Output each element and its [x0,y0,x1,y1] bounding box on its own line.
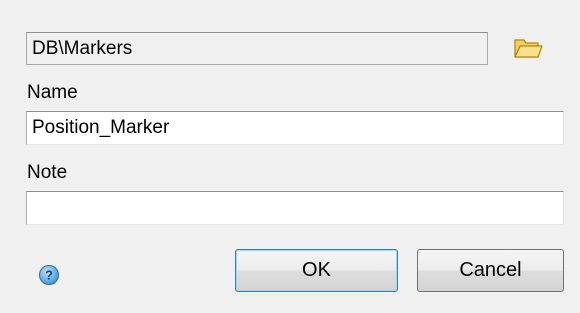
folder-open-icon [514,39,543,58]
svg-text:?: ? [45,268,53,283]
note-input[interactable] [26,191,564,225]
ok-button[interactable]: OK [235,249,398,292]
note-label: Note [27,162,68,183]
help-icon: ? [39,265,59,285]
name-label: Name [27,82,78,103]
path-field: DB\Markers [26,32,488,65]
name-input[interactable]: Position_Marker [26,111,564,145]
help-button[interactable]: ? [38,264,60,286]
cancel-button[interactable]: Cancel [417,249,564,292]
browse-folder-button[interactable] [512,34,544,62]
marker-properties-dialog: DB\Markers Name Position_Marker Note ? O… [0,0,580,313]
